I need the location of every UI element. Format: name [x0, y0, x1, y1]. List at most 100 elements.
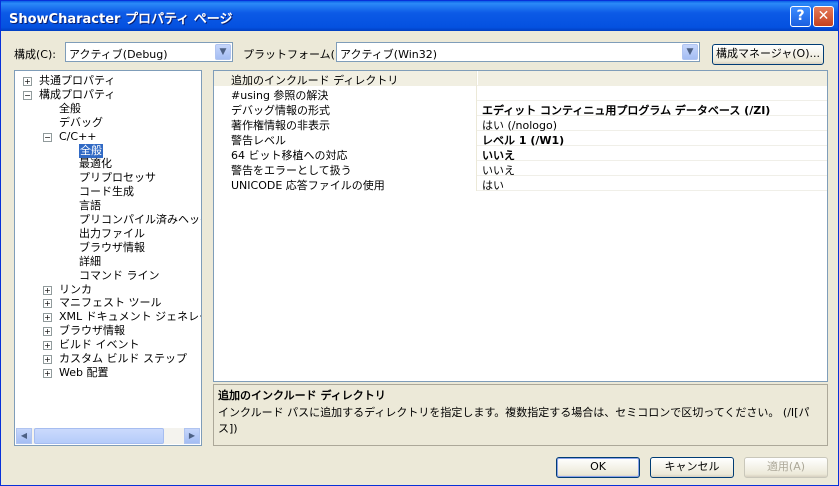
tree-item[interactable]: + XML ドキュメント ジェネレータ — [15, 310, 201, 324]
tree-item[interactable]: 全般 — [15, 102, 201, 116]
tree-item-label: ブラウザ情報 — [79, 240, 145, 254]
window-title: ShowCharacter プロパティ ページ — [9, 12, 233, 27]
property-row[interactable]: #using 参照の解決 — [214, 86, 827, 102]
tree-item-label: 構成プロパティ — [39, 87, 116, 101]
tree-item[interactable]: + Web 配置 — [15, 366, 201, 380]
tree-item[interactable]: + リンカ — [15, 283, 201, 297]
property-name: 著作権情報の非表示 — [214, 116, 477, 132]
tree-item[interactable]: 出力ファイル — [15, 227, 201, 241]
tree-item-label: 言語 — [79, 199, 101, 213]
expand-icon[interactable]: + — [43, 313, 52, 323]
property-name: 追加のインクルード ディレクトリ — [214, 71, 477, 87]
category-tree[interactable]: + 共通プロパティ − 構成プロパティ 全般 デバッグ − C/C++ 全般 最適化 プリプロセッサ… — [14, 70, 202, 446]
tree-item[interactable]: + ビルド イベント — [15, 338, 201, 352]
property-row[interactable]: 著作権情報の非表示 はい (/nologo) — [214, 116, 827, 132]
platform-label: プラットフォーム(P): — [243, 48, 350, 61]
tree-item[interactable]: − 構成プロパティ — [15, 88, 201, 102]
tree-item[interactable]: コマンド ライン — [15, 269, 201, 283]
expand-icon[interactable]: + — [43, 327, 52, 337]
cancel-button[interactable]: キャンセル — [650, 457, 734, 478]
tree-horizontal-scrollbar[interactable]: ◀ ▶ — [16, 428, 200, 444]
close-button[interactable]: ✕ — [813, 6, 834, 27]
platform-select[interactable]: アクティブ(Win32) ▼ — [336, 42, 700, 62]
tree-item-label: プリプロセッサ — [79, 171, 156, 185]
expand-icon[interactable]: + — [23, 77, 32, 86]
property-row[interactable]: 64 ビット移植への対応 いいえ — [214, 146, 827, 162]
scroll-right-icon[interactable]: ▶ — [184, 428, 200, 444]
expand-icon[interactable]: + — [43, 368, 52, 378]
tree-item-label: XML ドキュメント ジェネレータ — [59, 310, 201, 324]
property-value[interactable]: はい — [478, 176, 827, 192]
tree-item-label: コード生成 — [79, 185, 134, 199]
property-row[interactable]: 追加のインクルード ディレクトリ — [214, 71, 827, 87]
property-row[interactable]: 警告をエラーとして扱う いいえ — [214, 161, 827, 177]
tree-item[interactable]: 言語 — [15, 199, 201, 213]
expand-icon[interactable]: + — [43, 299, 52, 309]
property-name: 警告レベル — [214, 131, 477, 147]
chevron-down-icon[interactable]: ▼ — [215, 44, 231, 60]
title-bar[interactable]: ShowCharacter プロパティ ページ — [1, 1, 838, 31]
tree-item[interactable]: + 共通プロパティ — [15, 74, 201, 88]
tree-item[interactable]: 詳細 — [15, 255, 201, 269]
tree-item-label: ブラウザ情報 — [59, 324, 125, 338]
chevron-down-icon[interactable]: ▼ — [682, 44, 698, 60]
property-name: 警告をエラーとして扱う — [214, 161, 477, 177]
platform-value: アクティブ(Win32) — [340, 48, 438, 61]
config-select[interactable]: アクティブ(Debug) ▼ — [65, 42, 233, 62]
property-grid[interactable]: 追加のインクルード ディレクトリ #using 参照の解決 デバッグ情報の形式 エディ… — [213, 70, 828, 382]
expand-icon[interactable]: + — [43, 341, 52, 351]
tree-item[interactable]: プリプロセッサ — [15, 171, 201, 185]
tree-item[interactable]: デバッグ — [15, 116, 201, 130]
property-value[interactable]: はい (/nologo) — [478, 116, 827, 132]
tree-item-label: 全般 — [59, 101, 81, 115]
collapse-icon[interactable]: − — [23, 90, 32, 100]
property-value[interactable] — [478, 71, 827, 86]
description-panel: 追加のインクルード ディレクトリ インクルード パスに追加するディレクトリを指定… — [213, 384, 828, 446]
collapse-icon[interactable]: − — [43, 132, 52, 142]
tree-item-label: 最適化 — [79, 157, 112, 171]
property-row[interactable]: 警告レベル レベル 1 (/W1) — [214, 131, 827, 147]
property-pages-window: ShowCharacter プロパティ ページ ? ✕ 構成(C): アクティブ… — [0, 0, 839, 486]
description-text: インクルード パスに追加するディレクトリを指定します。複数指定する場合は、セミコ… — [218, 406, 810, 435]
property-value[interactable]: いいえ — [478, 161, 827, 177]
config-manager-button[interactable]: 構成マネージャ(O)... — [712, 44, 824, 65]
tree-item[interactable]: + ブラウザ情報 — [15, 324, 201, 338]
tree-item[interactable]: − C/C++ — [15, 130, 201, 144]
tree-item-label: プリコンパイル済みヘッダー — [79, 213, 201, 226]
tree-item[interactable]: 全般 — [15, 143, 201, 158]
property-value[interactable]: いいえ — [478, 146, 827, 162]
property-name: 64 ビット移植への対応 — [214, 146, 477, 162]
tree-item-label: 出力ファイル — [79, 226, 145, 240]
tree-item[interactable]: + マニフェスト ツール — [15, 296, 201, 310]
tree-item-label: Web 配置 — [59, 365, 109, 379]
tree-item[interactable]: ブラウザ情報 — [15, 241, 201, 255]
tree-item[interactable]: 最適化 — [15, 157, 201, 171]
help-button[interactable]: ? — [790, 6, 811, 27]
scroll-left-icon[interactable]: ◀ — [16, 428, 32, 444]
property-name: #using 参照の解決 — [214, 86, 477, 102]
property-name: UNICODE 応答ファイルの使用 — [214, 176, 477, 192]
tree-item[interactable]: + カスタム ビルド ステップ — [15, 352, 201, 366]
config-label: 構成(C): — [14, 48, 56, 61]
expand-icon[interactable]: + — [43, 285, 52, 295]
tree-item-label: カスタム ビルド ステップ — [59, 352, 187, 365]
expand-icon[interactable]: + — [43, 355, 52, 364]
tree-item-label: デバッグ — [59, 115, 103, 129]
tree-item-label: 全般 — [79, 143, 103, 158]
tree-item[interactable]: コード生成 — [15, 185, 201, 199]
ok-button[interactable]: OK — [556, 457, 640, 478]
tree-item-label: C/C++ — [59, 129, 97, 143]
tree-item-label: ビルド イベント — [59, 338, 140, 352]
property-row[interactable]: デバッグ情報の形式 エディット コンティニュ用プログラム データベース (/ZI) — [214, 101, 827, 117]
property-value[interactable]: レベル 1 (/W1) — [478, 131, 827, 147]
config-value: アクティブ(Debug) — [69, 48, 168, 61]
property-value[interactable] — [478, 86, 827, 101]
property-row[interactable]: UNICODE 応答ファイルの使用 はい — [214, 176, 827, 192]
tree-item-label: リンカ — [59, 282, 92, 296]
tree-item[interactable]: プリコンパイル済みヘッダー — [15, 213, 201, 227]
tree-item-label: 詳細 — [79, 254, 101, 268]
scroll-thumb[interactable] — [34, 428, 164, 444]
apply-button[interactable]: 適用(A) — [744, 457, 828, 478]
property-value[interactable]: エディット コンティニュ用プログラム データベース (/ZI) — [478, 101, 827, 117]
description-title: 追加のインクルード ディレクトリ — [218, 389, 386, 402]
